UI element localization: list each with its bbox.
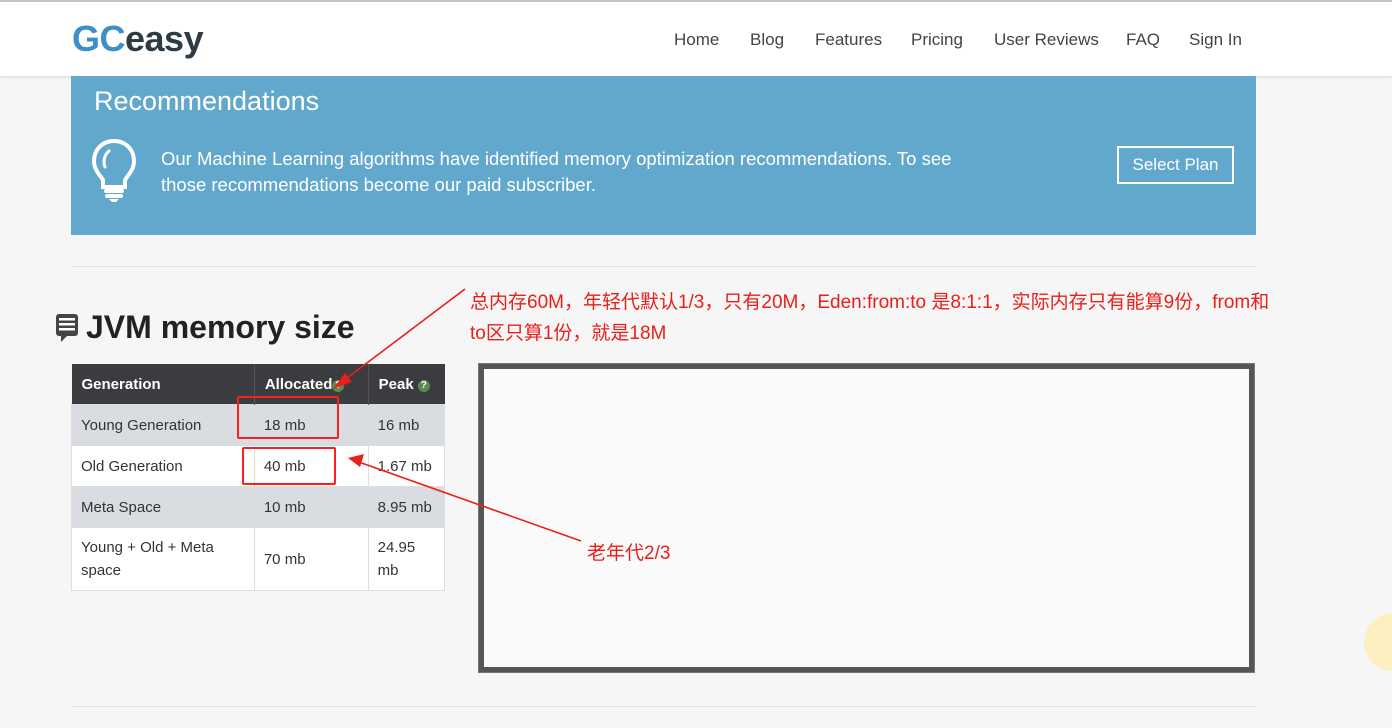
- arrow-line-old: [355, 460, 582, 542]
- arrow-head-old: [348, 454, 364, 467]
- divider: [71, 706, 1256, 707]
- annotation-arrows: [333, 288, 582, 542]
- arrow-line-young: [338, 288, 466, 385]
